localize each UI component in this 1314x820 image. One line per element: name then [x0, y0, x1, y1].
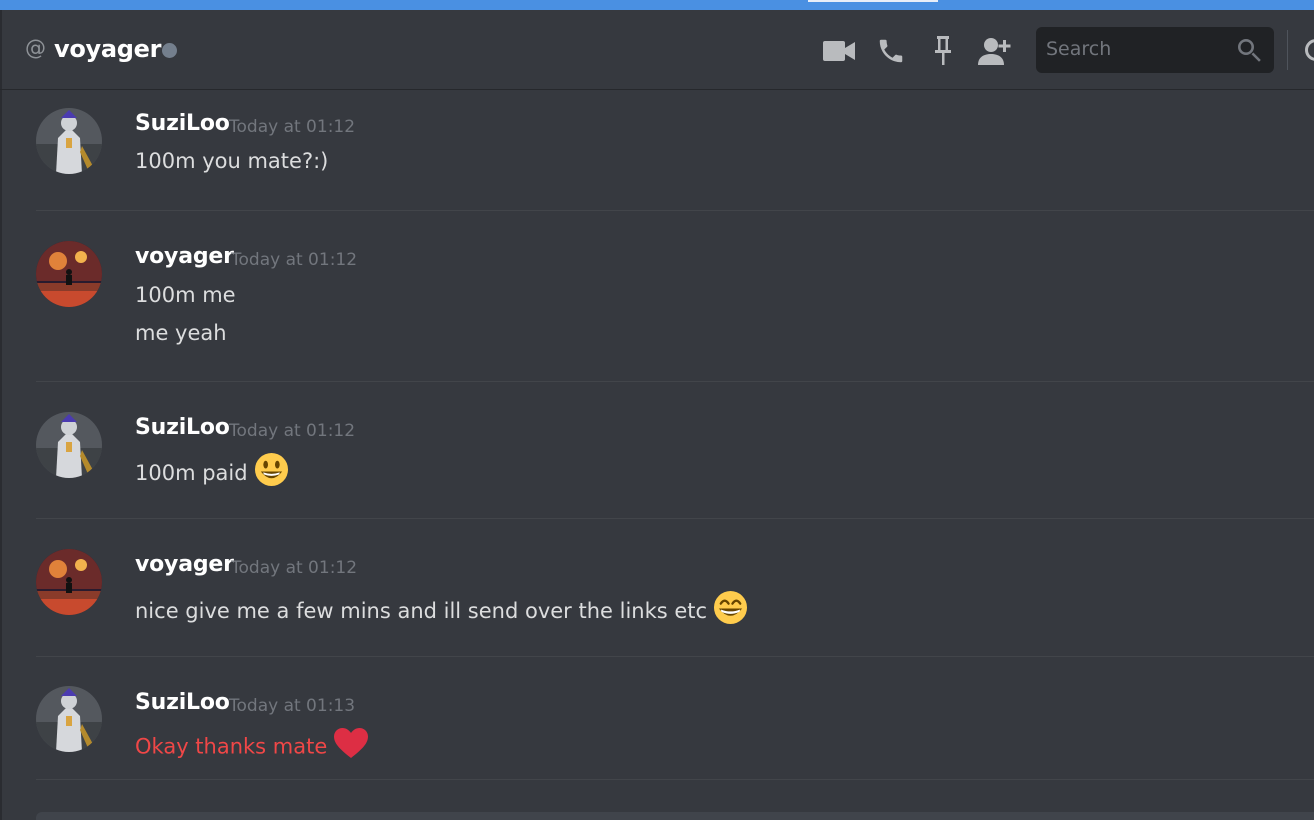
- message-divider: [36, 779, 1314, 780]
- message-divider: [36, 381, 1314, 382]
- avatar[interactable]: [36, 686, 102, 752]
- window-title-strip: [0, 0, 1314, 10]
- phone-icon[interactable]: [874, 34, 908, 68]
- message-text: 100m me: [135, 283, 236, 307]
- message-text: nice give me a few mins and ill send ove…: [135, 599, 708, 623]
- channel-header: @ voyager Search: [0, 10, 1314, 90]
- help-icon[interactable]: [1305, 39, 1314, 61]
- message-divider: [36, 210, 1314, 211]
- message-timestamp: Today at 01:13: [229, 696, 356, 716]
- smiley-emoji[interactable]: [254, 452, 289, 492]
- message-text: 100m paid: [135, 461, 248, 485]
- message-line: Okay thanks mate: [135, 727, 369, 766]
- message-line: nice give me a few mins and ill send ove…: [135, 590, 748, 632]
- pin-icon[interactable]: [926, 34, 960, 68]
- at-icon: @: [25, 36, 46, 60]
- search-placeholder: Search: [1046, 38, 1112, 60]
- avatar[interactable]: [36, 108, 102, 174]
- message-author[interactable]: voyager: [135, 244, 234, 269]
- header-divider: [1287, 30, 1288, 70]
- message-text: 100m you mate?:): [135, 149, 329, 173]
- status-indicator: [162, 43, 177, 58]
- avatar[interactable]: [36, 241, 102, 307]
- active-tab-indicator: [808, 0, 938, 2]
- message-timestamp: Today at 01:12: [229, 117, 356, 137]
- message-author[interactable]: SuziLoo: [135, 111, 230, 136]
- message-author[interactable]: voyager: [135, 552, 234, 577]
- grinning-emoji[interactable]: [713, 590, 748, 630]
- avatar[interactable]: [36, 549, 102, 615]
- message-author[interactable]: SuziLoo: [135, 415, 230, 440]
- search-input[interactable]: Search: [1036, 27, 1274, 73]
- message-divider: [36, 656, 1314, 657]
- message-timestamp: Today at 01:12: [231, 250, 358, 270]
- message-timestamp: Today at 01:12: [231, 558, 358, 578]
- message-timestamp: Today at 01:12: [229, 421, 356, 441]
- channel-name[interactable]: voyager: [54, 35, 161, 63]
- message-line: 100m paid: [135, 452, 289, 494]
- left-border: [0, 10, 2, 820]
- message-author[interactable]: SuziLoo: [135, 690, 230, 715]
- search-icon: [1236, 37, 1262, 67]
- red-heart-emoji[interactable]: [333, 727, 369, 764]
- message-text: me yeah: [135, 321, 227, 345]
- video-camera-icon[interactable]: [822, 34, 856, 68]
- message-text: Okay thanks mate: [135, 734, 328, 759]
- message-divider: [36, 518, 1314, 519]
- add-friend-icon[interactable]: [978, 34, 1012, 68]
- message-input-bar[interactable]: [36, 812, 1314, 820]
- avatar[interactable]: [36, 412, 102, 478]
